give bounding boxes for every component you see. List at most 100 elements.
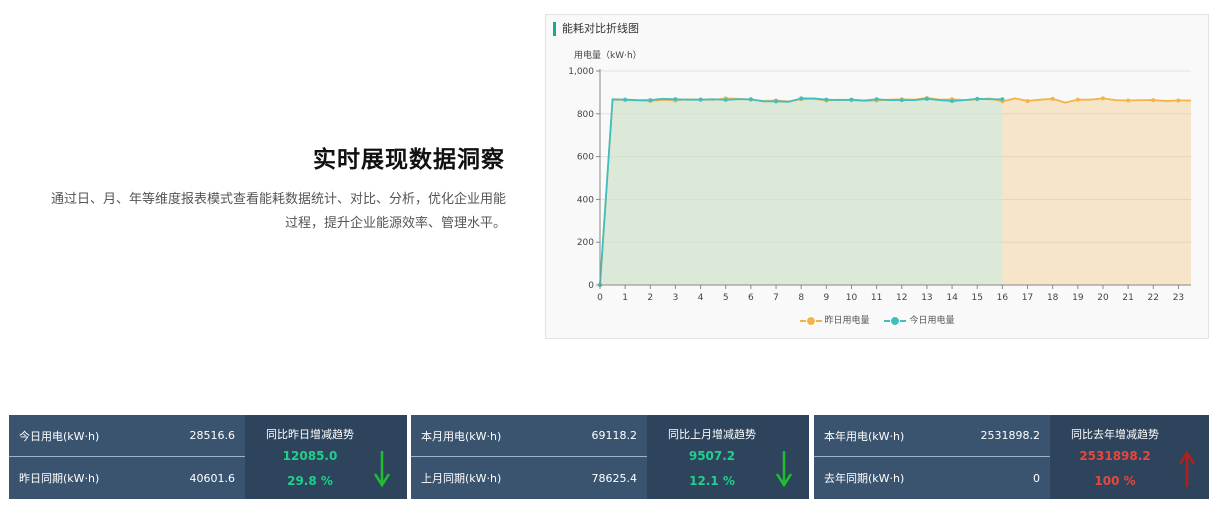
energy-line-chart: 用电量（kW·h）02004006008001,0000 1 2 3 4 5 6 7 8 9 10 1…: [568, 49, 1191, 303]
point-today: [673, 97, 678, 102]
x-tick-label: 18: [1047, 293, 1059, 303]
point-today: [899, 98, 904, 103]
x-tick-label: 20: [1097, 293, 1109, 303]
point-yesterday: [1126, 98, 1131, 103]
point-today: [874, 97, 879, 102]
x-tick-label: 5: [723, 293, 729, 303]
stat-previous-value: 0: [1033, 471, 1040, 485]
arrow-down-icon: [373, 451, 391, 488]
point-today: [849, 97, 854, 102]
legend-item-yesterday[interactable]: 昨日用电量: [799, 313, 870, 326]
stat-previous-value: 78625.4: [591, 471, 638, 485]
x-tick-label: 3: [673, 293, 679, 303]
hero-description: 通过日、月、年等维度报表模式查看能耗数据统计、对比、分析，优化企业用能过程，提升…: [50, 192, 506, 231]
stat-current-value: 28516.6: [189, 429, 236, 442]
x-tick-label: 10: [846, 293, 858, 303]
legend-label: 今日用电量: [909, 316, 955, 326]
x-tick-label: 8: [798, 293, 804, 303]
point-today: [824, 97, 829, 102]
point-today: [623, 97, 628, 102]
stat-current-label: 本年用电(kW·h): [824, 429, 905, 443]
stat-previous-label: 昨日同期(kW·h): [19, 472, 100, 485]
x-tick-label: 7: [773, 293, 779, 303]
legend-label: 昨日用电量: [824, 316, 870, 326]
y-tick-label: 800: [577, 110, 594, 120]
energy-chart-card: 能耗对比折线图 用电量（kW·h） 0 200 400 600 800 1,000 0 1 2 3 4…: [545, 14, 1209, 339]
stat-previous-row: 上月同期(kW·h) 78625.4: [411, 457, 647, 499]
point-today: [698, 97, 703, 102]
stat-compare-box: 同比上月增减趋势 9507.2 12.1 %: [647, 415, 809, 499]
stat-compare-box: 同比昨日增减趋势 12085.0 29.8 %: [245, 415, 407, 499]
x-tick-label: 17: [1022, 293, 1033, 303]
compare-percent: 29.8 %: [287, 474, 333, 488]
x-tick-label: 23: [1173, 293, 1184, 303]
stat-previous-value: 40601.6: [189, 471, 236, 485]
stat-panel-day: 今日用电(kW·h) 28516.6 昨日同期(kW·h) 40601.6 同比…: [9, 415, 407, 499]
x-tick-label: 6: [748, 293, 754, 303]
x-tick-label: 13: [921, 293, 932, 303]
compare-title: 同比昨日增减趋势: [266, 428, 354, 441]
area-today: [600, 98, 1003, 285]
x-tick-label: 4: [698, 293, 704, 303]
y-tick-label: 200: [577, 238, 594, 248]
compare-value: 12085.0: [282, 449, 338, 463]
chart-legend: 昨日用电量 今日用电量: [546, 313, 1208, 326]
point-today: [723, 97, 728, 102]
stat-panel-year: 本年用电(kW·h) 2531898.2 去年同期(kW·h) 0 同比去年增减…: [814, 415, 1209, 499]
point-today: [1000, 97, 1005, 102]
compare-value: 9507.2: [688, 449, 736, 463]
x-tick-label: 21: [1122, 293, 1133, 303]
stat-current-label: 今日用电(kW·h): [19, 429, 100, 443]
y-tick-label: 0: [588, 281, 594, 291]
x-tick-label: 0: [597, 293, 603, 303]
x-tick-label: 9: [823, 293, 829, 303]
point-today: [799, 96, 804, 101]
x-tick-label: 2: [647, 293, 653, 303]
x-tick-label: 16: [997, 293, 1009, 303]
stat-previous-label: 去年同期(kW·h): [824, 472, 905, 485]
stat-previous-row: 昨日同期(kW·h) 40601.6: [9, 457, 245, 499]
y-axis-label: 用电量（kW·h）: [574, 49, 642, 61]
x-tick-label: 12: [896, 293, 907, 303]
stat-current-row: 本月用电(kW·h) 69118.2: [411, 415, 647, 457]
point-yesterday: [1075, 97, 1080, 102]
legend-marker-icon: [884, 315, 907, 326]
stat-previous-row: 去年同期(kW·h) 0: [814, 457, 1050, 499]
stat-panel-month: 本月用电(kW·h) 69118.2 上月同期(kW·h) 78625.4 同比…: [411, 415, 809, 499]
point-today: [975, 96, 980, 101]
x-tick-label: 22: [1148, 293, 1159, 303]
point-today: [774, 99, 779, 104]
compare-percent: 100 %: [1094, 474, 1136, 488]
arrow-down-icon: [775, 451, 793, 488]
compare-value: 2531898.2: [1079, 449, 1151, 463]
x-tick-label: 19: [1072, 293, 1084, 303]
point-yesterday: [1100, 96, 1105, 101]
arrow-up-icon: [1178, 450, 1196, 487]
legend-item-today[interactable]: 今日用电量: [884, 313, 954, 326]
compare-percent: 12.1 %: [689, 474, 735, 488]
stat-current-label: 本月用电(kW·h): [421, 429, 502, 443]
x-tick-label: 1: [622, 293, 628, 303]
hero-title: 实时展现数据洞察: [313, 147, 505, 173]
point-yesterday: [1151, 98, 1156, 103]
compare-title: 同比去年增减趋势: [1071, 428, 1159, 441]
point-yesterday: [1025, 98, 1030, 103]
x-tick-label: 15: [972, 293, 983, 303]
y-tick-label: 600: [577, 153, 594, 163]
x-tick-label: 11: [871, 293, 882, 303]
stat-current-value: 69118.2: [591, 429, 638, 442]
stat-current-row: 今日用电(kW·h) 28516.6: [9, 415, 245, 457]
page: 实时展现数据洞察 通过日、月、年等维度报表模式查看能耗数据统计、对比、分析，优化…: [0, 0, 1223, 515]
stat-current-row: 本年用电(kW·h) 2531898.2: [814, 415, 1050, 457]
point-today: [648, 98, 653, 103]
point-yesterday: [1176, 98, 1181, 103]
x-tick-label: 14: [946, 293, 958, 303]
stat-previous-label: 上月同期(kW·h): [421, 472, 502, 485]
point-today: [748, 97, 753, 102]
point-today: [950, 98, 955, 103]
y-tick-label: 400: [577, 195, 594, 205]
stat-current-value: 2531898.2: [980, 429, 1041, 442]
stat-compare-box: 同比去年增减趋势 2531898.2 100 %: [1050, 415, 1209, 499]
point-yesterday: [1050, 96, 1055, 101]
legend-marker-icon: [799, 315, 822, 326]
